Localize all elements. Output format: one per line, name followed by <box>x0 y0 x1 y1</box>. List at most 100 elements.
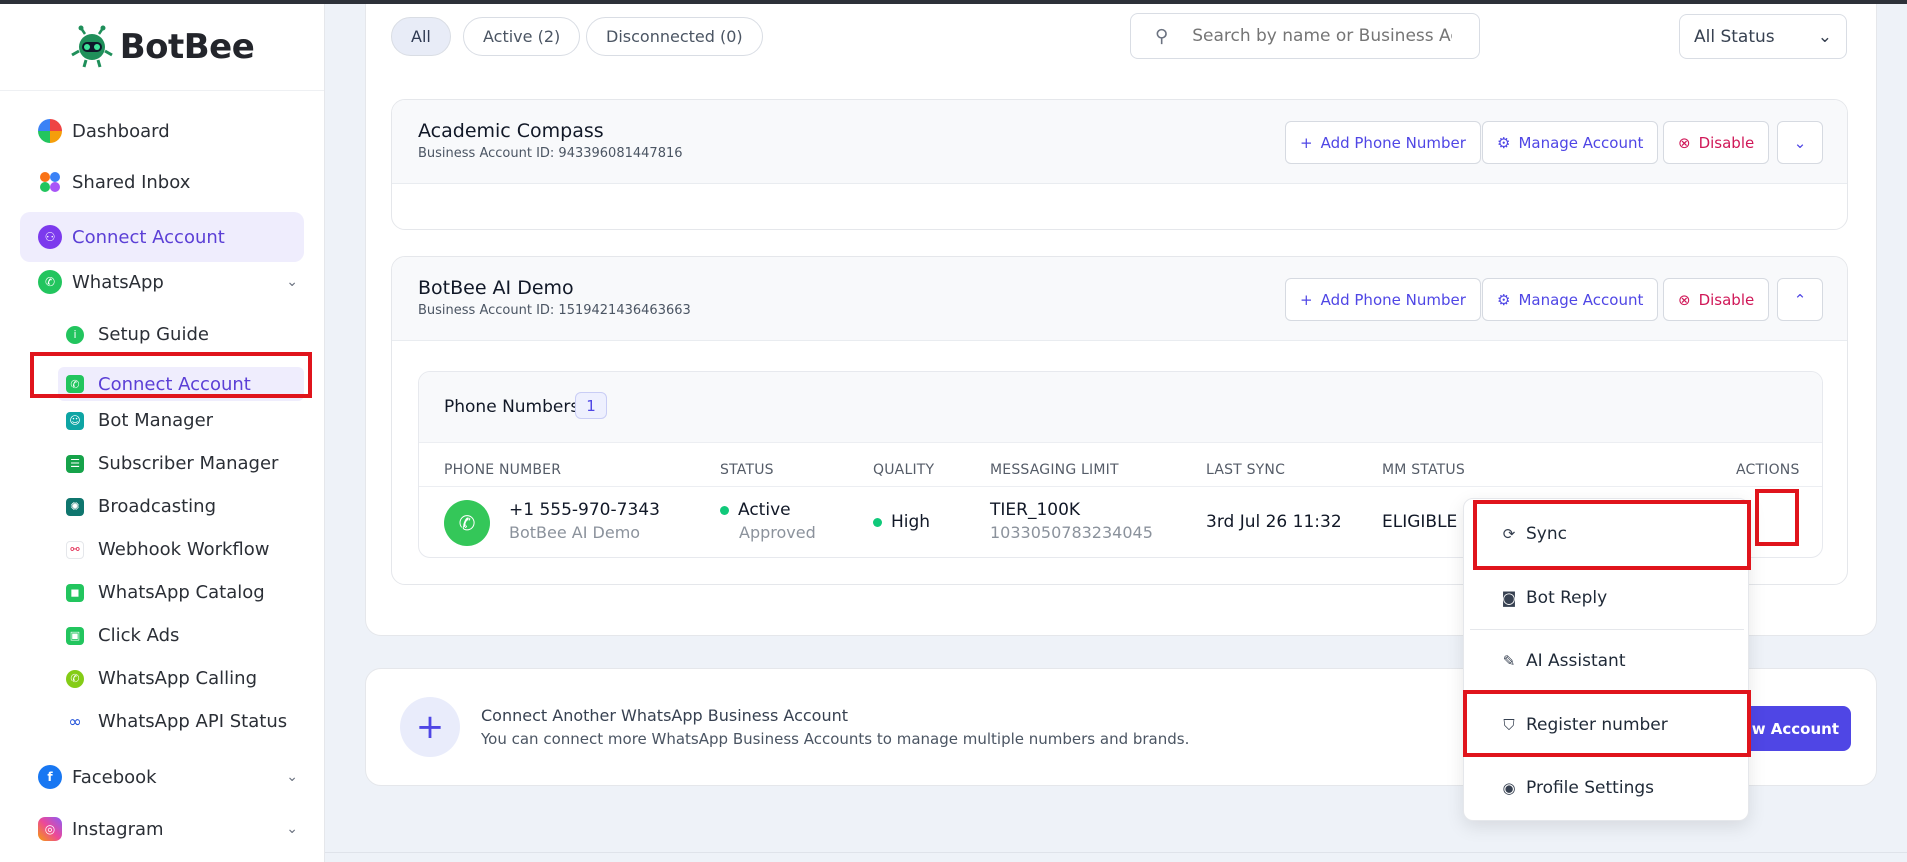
phone-numbers-title: Phone Numbers <box>444 397 580 417</box>
column-header: MESSAGING LIMIT <box>990 462 1119 478</box>
plus-icon: + <box>1300 133 1313 152</box>
sidebar-sub-subscriber-manager[interactable]: ☰ Subscriber Manager <box>66 453 278 474</box>
chevron-down-icon: ⌄ <box>286 274 298 290</box>
plus-icon: + <box>1300 290 1313 309</box>
search-icon: ⚲ <box>1155 25 1169 47</box>
whatsapp-icon: ✆ <box>38 270 62 294</box>
collapse-toggle-button[interactable]: ⌃ <box>1777 278 1823 321</box>
account-name: Academic Compass <box>418 120 604 142</box>
x-circle-icon: ⊗ <box>1678 133 1691 152</box>
phone-number: +1 555-970-7343 <box>509 500 660 520</box>
account-header: Academic Compass Business Account ID: 94… <box>392 100 1847 184</box>
column-header: QUALITY <box>873 462 935 478</box>
button-label: Manage Account <box>1518 133 1644 152</box>
robot-icon: ☺ <box>66 411 84 430</box>
add-phone-number-button[interactable]: + Add Phone Number <box>1285 278 1481 321</box>
status-text: Active <box>738 500 791 520</box>
disable-button[interactable]: ⊗ Disable <box>1663 121 1770 164</box>
button-label: Add Phone Number <box>1320 290 1466 309</box>
chevron-down-icon: ⌄ <box>286 821 298 837</box>
instagram-icon: ◎ <box>38 817 62 841</box>
shared-inbox-icon <box>38 170 62 194</box>
column-header: PHONE NUMBER <box>444 462 562 478</box>
subscriber-icon: ☰ <box>66 454 84 473</box>
sidebar-item-shared-inbox[interactable]: Shared Inbox <box>38 170 190 194</box>
sidebar-sub-setup-guide[interactable]: i Setup Guide <box>66 324 209 345</box>
divider <box>325 852 1907 853</box>
menu-divider <box>1470 629 1744 630</box>
user-gear-icon: ⚙ <box>1497 133 1511 152</box>
broadcast-icon: ✺ <box>66 497 84 516</box>
menu-item-label: Profile Settings <box>1526 778 1654 798</box>
status-select[interactable]: All Status ⌄ <box>1679 14 1847 59</box>
sidebar: BotBee Dashboard Shared Inbox ⚇ Connect … <box>0 4 325 862</box>
tab-label: Disconnected (0) <box>606 27 743 46</box>
ads-icon: ▣ <box>66 626 84 645</box>
sidebar-sub-whatsapp-calling[interactable]: ✆ WhatsApp Calling <box>66 668 257 689</box>
x-circle-icon: ⊗ <box>1678 290 1691 309</box>
expand-toggle-button[interactable]: ⌄ <box>1777 121 1823 164</box>
connect-another-title: Connect Another WhatsApp Business Accoun… <box>481 706 848 725</box>
sidebar-sub-webhook-workflow[interactable]: ⚯ Webhook Workflow <box>66 539 269 560</box>
sidebar-sub-label: Subscriber Manager <box>98 453 279 474</box>
account-card: Academic Compass Business Account ID: 94… <box>391 99 1848 230</box>
plus-icon[interactable]: + <box>400 697 460 757</box>
menu-item-label: AI Assistant <box>1526 651 1626 671</box>
connect-new-account-button[interactable]: w Account <box>1736 706 1851 751</box>
dashboard-icon <box>38 119 62 143</box>
account-header: BotBee AI Demo Business Account ID: 1519… <box>392 257 1847 341</box>
tab-active[interactable]: Active (2) <box>463 17 581 56</box>
highlight-box <box>1473 500 1751 570</box>
sidebar-sub-whatsapp-catalog[interactable]: ◼ WhatsApp Catalog <box>66 582 265 603</box>
magic-wand-icon: ✎ <box>1502 652 1516 670</box>
brand-name: BotBee <box>119 27 255 67</box>
tab-disconnected[interactable]: Disconnected (0) <box>586 17 763 56</box>
robot-icon: ◙ <box>1501 589 1517 607</box>
sidebar-sub-label: WhatsApp API Status <box>98 711 288 732</box>
sidebar-sub-label: Broadcasting <box>98 496 217 517</box>
divider <box>419 486 1822 487</box>
shopping-bag-icon: ◼ <box>66 583 84 602</box>
menu-item-ai-assistant[interactable]: ✎ AI Assistant <box>1500 651 1626 671</box>
sidebar-item-dashboard[interactable]: Dashboard <box>38 119 170 143</box>
column-header: MM STATUS <box>1382 462 1465 478</box>
chevron-down-icon: ⌄ <box>1793 133 1807 152</box>
sidebar-item-label: Instagram <box>72 818 164 840</box>
user-gear-icon: ⚙ <box>1497 290 1511 309</box>
tab-label: All <box>411 27 431 46</box>
status-dot <box>720 505 729 515</box>
info-icon: i <box>66 325 84 344</box>
menu-item-bot-reply[interactable]: ◙ Bot Reply <box>1500 588 1608 608</box>
sidebar-item-connect-account[interactable]: ⚇ Connect Account <box>20 212 304 262</box>
search-input[interactable] <box>1192 26 1453 46</box>
sidebar-sub-whatsapp-api-status[interactable]: ∞ WhatsApp API Status <box>66 711 287 732</box>
sidebar-sub-broadcasting[interactable]: ✺ Broadcasting <box>66 496 216 517</box>
sidebar-sub-label: WhatsApp Catalog <box>98 582 265 603</box>
status-sub: Approved <box>739 523 816 542</box>
brand-logo[interactable]: BotBee <box>0 4 324 91</box>
manage-account-button[interactable]: ⚙ Manage Account <box>1482 278 1659 321</box>
quality-text: High <box>891 512 931 532</box>
add-phone-number-button[interactable]: + Add Phone Number <box>1285 121 1481 164</box>
tab-all[interactable]: All <box>391 17 451 56</box>
sidebar-item-label: Dashboard <box>72 120 170 142</box>
webhook-icon: ⚯ <box>66 540 84 559</box>
button-label: Disable <box>1698 133 1755 152</box>
sidebar-sub-bot-manager[interactable]: ☺ Bot Manager <box>66 410 213 431</box>
status-value: Active <box>720 500 791 520</box>
sidebar-item-whatsapp[interactable]: ✆ WhatsApp ⌄ <box>38 270 298 294</box>
button-label: w Account <box>1751 719 1839 738</box>
quality-dot <box>873 517 882 527</box>
messaging-limit-id: 1033050783234045 <box>990 523 1153 542</box>
whatsapp-icon: ✆ <box>444 500 490 546</box>
column-header: LAST SYNC <box>1206 462 1286 478</box>
chevron-down-icon: ⌄ <box>286 769 298 785</box>
sidebar-sub-click-ads[interactable]: ▣ Click Ads <box>66 625 179 646</box>
manage-account-button[interactable]: ⚙ Manage Account <box>1482 121 1659 164</box>
disable-button[interactable]: ⊗ Disable <box>1663 278 1770 321</box>
user-circle-icon: ◉ <box>1502 779 1516 797</box>
sidebar-item-instagram[interactable]: ◎ Instagram ⌄ <box>38 817 298 841</box>
menu-item-profile-settings[interactable]: ◉ Profile Settings <box>1500 778 1654 798</box>
phone-call-icon: ✆ <box>66 669 84 688</box>
sidebar-item-facebook[interactable]: f Facebook ⌄ <box>38 765 298 789</box>
